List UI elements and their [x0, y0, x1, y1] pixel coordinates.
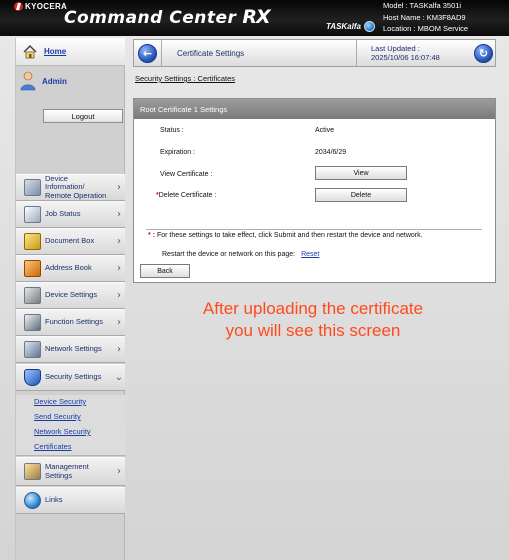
sidebar: Home Admin Logout Device Information/ Re…: [15, 38, 125, 560]
chevron-right-icon: ›: [117, 317, 121, 328]
status-label: Status :: [160, 127, 184, 134]
expiration-label: Expiration :: [160, 149, 196, 156]
series-logo: TASKalfa: [326, 21, 375, 32]
home-link[interactable]: Home: [16, 38, 125, 66]
sidebar-item-document-box[interactable]: Document Box ›: [16, 228, 125, 255]
view-button[interactable]: View: [315, 166, 407, 180]
chevron-down-icon: ⌄: [114, 372, 124, 383]
restart-text: Restart the device or network on this pa…: [162, 251, 296, 258]
delete-certificate-label: Delete Certificate :: [158, 192, 217, 199]
sidebar-item-label: Device Information/ Remote Operation: [45, 173, 107, 200]
last-updated-value: 2025/10/06 16:07:48: [371, 53, 440, 62]
product-title-text: Command Center: [64, 8, 237, 28]
sidebar-item-network-settings[interactable]: Network Settings ›: [16, 336, 125, 363]
restart-line: Restart the device or network on this pa…: [162, 251, 319, 258]
globe-icon: [24, 492, 41, 509]
expiration-value: 2034/6/29: [315, 149, 347, 156]
sidebar-item-management-settings[interactable]: Management Settings ›: [16, 457, 125, 486]
sidebar-item-security-settings[interactable]: Security Settings ⌄: [16, 364, 125, 391]
chevron-right-icon: ›: [117, 209, 121, 220]
sidebar-item-job-status[interactable]: Job Status ›: [16, 201, 125, 228]
product-suffix: RX: [242, 6, 270, 28]
globe-icon: [363, 21, 375, 32]
chevron-right-icon: ›: [117, 290, 121, 301]
host-name-text: Host Name : KM3F8AD9: [383, 12, 466, 22]
submenu-network-security[interactable]: Network Security: [34, 425, 125, 440]
certificate-settings-panel: Root Certificate 1 Settings Status : Act…: [133, 98, 496, 283]
location-text: Location : MBOM Service: [383, 24, 469, 33]
page-titlebar: ← Certificate Settings Last Updated : 20…: [133, 39, 496, 67]
device-settings-icon: [24, 287, 41, 304]
app-header: KYOCERA Command Center RX TASKalfa Model …: [0, 0, 509, 36]
function-settings-icon: [24, 314, 41, 331]
series-name: TASKalfa: [326, 22, 361, 31]
back-button[interactable]: Back: [140, 264, 190, 278]
sidebar-item-label: Links: [45, 495, 63, 505]
divider: [356, 40, 357, 66]
home-icon: [23, 44, 37, 58]
sidebar-item-links[interactable]: Links: [16, 487, 125, 514]
job-status-icon: [24, 206, 41, 223]
shield-icon: [24, 369, 41, 386]
refresh-icon[interactable]: ↻: [474, 44, 493, 63]
home-label[interactable]: Home: [44, 47, 66, 56]
sidebar-item-label: Document Box: [45, 236, 95, 246]
brand-name: KYOCERA: [25, 1, 68, 11]
reset-link[interactable]: Reset: [301, 251, 319, 258]
sidebar-item-label: Function Settings: [45, 317, 103, 327]
sidebar-item-label: Address Book: [45, 263, 92, 273]
document-box-icon: [24, 233, 41, 250]
security-submenu: Device Security Send Security Network Se…: [16, 395, 125, 456]
device-info: Model : TASKalfa 3501i Host Name : KM3F8…: [383, 0, 468, 35]
sidebar-item-function-settings[interactable]: Function Settings ›: [16, 309, 125, 336]
kyocera-logo: KYOCERA: [14, 1, 67, 11]
chevron-right-icon: ›: [117, 236, 121, 247]
view-certificate-label: View Certificate :: [160, 171, 213, 178]
delete-button[interactable]: Delete: [315, 188, 407, 202]
sidebar-item-device-settings[interactable]: Device Settings ›: [16, 282, 125, 309]
management-settings-icon: [24, 463, 41, 480]
user-avatar-icon: [20, 71, 36, 91]
sidebar-item-label: Security Settings: [45, 372, 102, 382]
page-title: Certificate Settings: [177, 49, 245, 58]
sidebar-item-address-book[interactable]: Address Book ›: [16, 255, 125, 282]
sidebar-item-label: Management Settings: [45, 462, 89, 480]
chevron-right-icon: ›: [117, 466, 121, 477]
kyocera-mark-icon: [14, 1, 23, 11]
chevron-right-icon: ›: [117, 182, 121, 193]
chevron-right-icon: ›: [117, 263, 121, 274]
sidebar-item-label: Device Settings: [45, 290, 98, 300]
device-info-icon: [24, 179, 41, 196]
network-settings-icon: [24, 341, 41, 358]
sidebar-item-device-information[interactable]: Device Information/ Remote Operation ›: [16, 174, 125, 201]
address-book-icon: [24, 260, 41, 277]
model-text: Model : TASKalfa 3501i: [383, 1, 462, 10]
annotation-caption: After uploading the certificate you will…: [133, 298, 493, 342]
note-marker: * :: [148, 232, 155, 239]
annotation-line-1: After uploading the certificate: [202, 299, 424, 318]
breadcrumb[interactable]: Security Settings : Certificates: [135, 74, 235, 83]
product-title: Command Center RX: [64, 6, 271, 28]
note-text: For these settings to take effect, click…: [156, 232, 423, 239]
divider: [146, 229, 482, 230]
delete-certificate-row: *Delete Certificate :: [156, 192, 216, 199]
back-arrow-icon[interactable]: ←: [138, 44, 157, 63]
status-value: Active: [315, 127, 335, 134]
divider: [161, 40, 162, 66]
chevron-right-icon: ›: [117, 344, 121, 355]
sidebar-item-label: Job Status: [45, 209, 81, 219]
annotation-line-2: you will see this screen: [225, 321, 401, 340]
submenu-device-security[interactable]: Device Security: [34, 395, 125, 410]
restart-note: * : For these settings to take effect, c…: [148, 232, 468, 241]
last-updated: Last Updated : 2025/10/06 16:07:48: [371, 44, 440, 62]
sidebar-item-label: Network Settings: [45, 344, 102, 354]
last-updated-label: Last Updated :: [371, 44, 420, 53]
panel-heading: Root Certificate 1 Settings: [134, 99, 495, 119]
logout-button[interactable]: Logout: [43, 109, 123, 123]
user-panel: Admin Logout: [16, 67, 125, 173]
submenu-send-security[interactable]: Send Security: [34, 410, 125, 425]
submenu-certificates[interactable]: Certificates: [34, 440, 125, 455]
user-name: Admin: [42, 76, 67, 86]
